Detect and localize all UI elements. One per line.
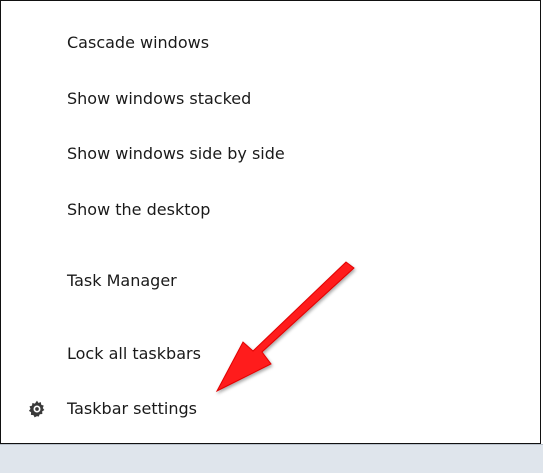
menu-item-task-manager[interactable]: Task Manager	[1, 260, 540, 300]
menu-item-label: Lock all taskbars	[67, 343, 201, 363]
menu-item-label: Task Manager	[67, 270, 177, 290]
menu-item-label: Cascade windows	[67, 32, 210, 52]
menu-item-label: Show windows stacked	[67, 88, 252, 108]
menu-item-label: Show the desktop	[67, 199, 211, 219]
gear-icon	[28, 400, 45, 418]
menu-item-show-the-desktop[interactable]: Show the desktop	[1, 189, 540, 229]
menu-item-label: Show windows side by side	[67, 143, 285, 163]
menu-item-show-windows-stacked[interactable]: Show windows stacked	[1, 78, 540, 118]
screenshot: Cascade windows Show windows stacked Sho…	[0, 0, 543, 473]
menu-item-show-windows-side-by-side[interactable]: Show windows side by side	[1, 133, 540, 173]
taskbar-strip	[0, 444, 543, 473]
menu-item-lock-all-taskbars[interactable]: Lock all taskbars	[1, 333, 540, 373]
menu-item-cascade-windows[interactable]: Cascade windows	[1, 22, 540, 62]
menu-item-label: Taskbar settings	[67, 398, 197, 418]
menu-item-taskbar-settings[interactable]: Taskbar settings	[1, 388, 540, 428]
taskbar-context-menu: Cascade windows Show windows stacked Sho…	[0, 0, 541, 444]
